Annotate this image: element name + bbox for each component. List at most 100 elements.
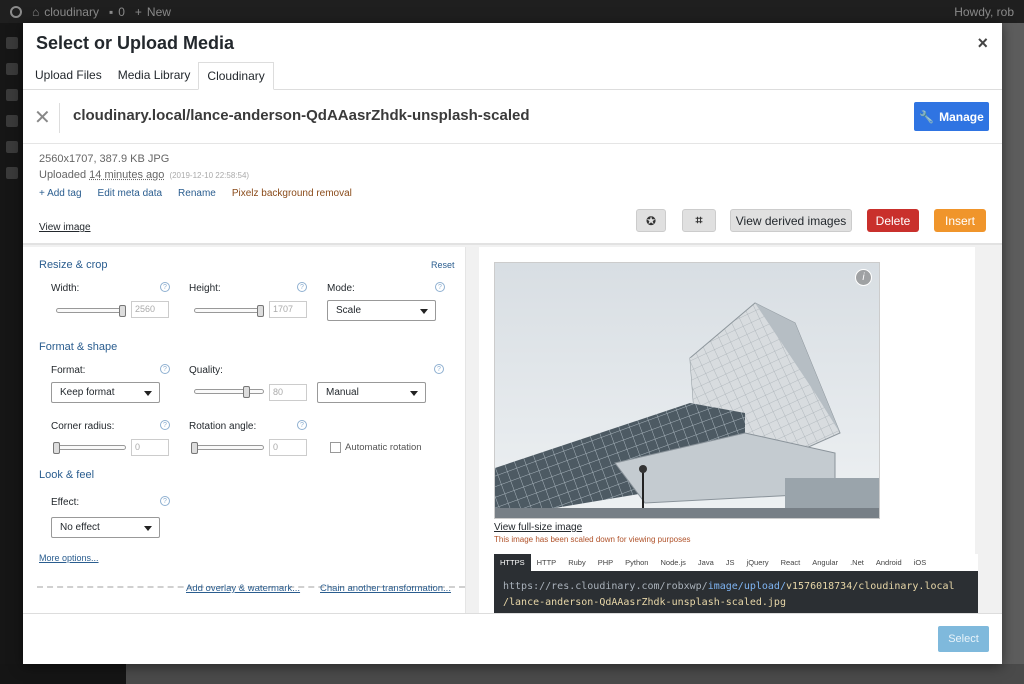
uploaded-label: Uploaded — [39, 169, 87, 181]
pixelz-link[interactable]: Pixelz background removal — [232, 188, 352, 199]
tab-cloudinary[interactable]: Cloudinary — [198, 62, 274, 90]
modal-footer: Select — [23, 613, 1002, 664]
rotation-angle-input[interactable]: 0 — [269, 439, 307, 456]
effect-select[interactable]: No effect — [51, 517, 160, 538]
add-tag-link[interactable]: + Add tag — [39, 188, 82, 199]
sidebar-icon — [5, 37, 18, 49]
new-content-link[interactable]: + New — [135, 5, 171, 19]
quality-mode-value: Manual — [326, 387, 359, 398]
upload-timestamp: (2019-12-10 22:58:54) — [169, 171, 250, 180]
height-input[interactable]: 1707 — [269, 301, 307, 318]
wp-admin-bar: ⌂ cloudinary ▪ 0 + New Howdy, rob — [0, 0, 1024, 23]
award-button[interactable]: ✪ — [636, 209, 666, 232]
format-select[interactable]: Keep format — [51, 382, 160, 403]
code-tab-nodejs[interactable]: Node.js — [654, 554, 691, 571]
format-label: Format: — [51, 365, 86, 376]
select-button[interactable]: Select — [938, 626, 989, 652]
code-tab-jquery[interactable]: jQuery — [741, 554, 775, 571]
help-icon[interactable]: ? — [160, 282, 170, 292]
code-tab-ruby[interactable]: Ruby — [562, 554, 592, 571]
close-icon[interactable]: × — [977, 33, 988, 54]
delivery-url-code[interactable]: https://res.cloudinary.com/robxwp/image/… — [494, 571, 978, 613]
crop-button[interactable]: ⌗ — [682, 209, 716, 232]
home-icon: ⌂ — [32, 4, 40, 19]
width-slider[interactable] — [56, 305, 126, 317]
view-image-link[interactable]: View image — [39, 222, 91, 233]
slider-handle[interactable] — [257, 305, 264, 317]
help-icon[interactable]: ? — [434, 364, 444, 374]
mode-select[interactable]: Scale — [327, 300, 436, 321]
code-tab-https[interactable]: HTTPS — [494, 554, 531, 571]
edit-meta-link[interactable]: Edit meta data — [98, 188, 162, 199]
code-tab-http[interactable]: HTTP — [531, 554, 563, 571]
insert-button[interactable]: Insert — [934, 209, 986, 232]
tab-upload-files[interactable]: Upload Files — [27, 62, 110, 90]
help-icon[interactable]: ? — [297, 420, 307, 430]
help-icon[interactable]: ? — [160, 420, 170, 430]
quality-input[interactable]: 80 — [269, 384, 307, 401]
site-name-link[interactable]: ⌂ cloudinary — [32, 5, 99, 19]
rotation-angle-slider[interactable] — [191, 442, 264, 454]
more-options-link[interactable]: More options... — [39, 553, 99, 563]
help-icon[interactable]: ? — [297, 282, 307, 292]
url-rest-2: /lance-anderson-QdAAasrZhdk-unsplash-sca… — [503, 597, 786, 608]
code-tab-php[interactable]: PHP — [592, 554, 619, 571]
mode-value: Scale — [336, 305, 362, 316]
manage-button[interactable]: 🔧 Manage — [914, 102, 989, 131]
comments-link[interactable]: ▪ 0 — [109, 5, 125, 19]
automatic-rotation-checkbox[interactable] — [330, 442, 341, 453]
code-language-tabs: HTTPS HTTP Ruby PHP Python Node.js Java … — [494, 554, 978, 571]
help-icon[interactable]: ? — [435, 282, 445, 292]
rename-link[interactable]: Rename — [178, 188, 216, 199]
slider-handle[interactable] — [243, 386, 250, 398]
height-slider[interactable] — [194, 305, 264, 317]
delete-button[interactable]: Delete — [867, 209, 919, 232]
code-tab-python[interactable]: Python — [619, 554, 654, 571]
sidebar-icon — [5, 63, 18, 75]
reset-link[interactable]: Reset — [431, 260, 455, 270]
preview-image[interactable]: i — [494, 262, 880, 519]
comment-icon: ▪ — [108, 4, 114, 19]
view-full-size-link[interactable]: View full-size image — [494, 522, 582, 533]
code-tab-ios[interactable]: iOS — [908, 554, 933, 571]
slider-handle[interactable] — [119, 305, 126, 317]
preview-panel: i View full-size image This image has be… — [467, 247, 1002, 613]
chain-transformation-link[interactable]: Chain another transformation... — [320, 583, 451, 594]
slider-handle[interactable] — [53, 442, 60, 454]
chevron-down-icon — [420, 309, 428, 314]
corner-radius-input[interactable]: 0 — [131, 439, 169, 456]
mode-label: Mode: — [327, 283, 355, 294]
code-tab-android[interactable]: Android — [870, 554, 908, 571]
help-icon[interactable]: ? — [160, 364, 170, 374]
chevron-down-icon — [144, 391, 152, 396]
quality-slider[interactable] — [194, 386, 264, 398]
sidebar-icon — [5, 115, 18, 127]
manage-label: Manage — [939, 109, 984, 124]
view-derived-button[interactable]: View derived images — [730, 209, 852, 232]
corner-radius-slider[interactable] — [53, 442, 126, 454]
add-overlay-link[interactable]: Add overlay & watermark... — [186, 583, 300, 594]
asset-dimensions: 2560x1707, 387.9 KB JPG — [39, 153, 170, 165]
uploaded-ago: 14 minutes ago — [89, 169, 165, 181]
wrench-icon: 🔧 — [919, 109, 935, 124]
effect-label: Effect: — [51, 497, 80, 508]
code-tab-dotnet[interactable]: .Net — [844, 554, 870, 571]
sidebar-icon — [5, 141, 18, 153]
info-icon[interactable]: i — [855, 269, 872, 286]
sidebar-icon — [5, 167, 18, 179]
code-tab-angular[interactable]: Angular — [806, 554, 844, 571]
width-input[interactable]: 2560 — [131, 301, 169, 318]
slider-handle[interactable] — [191, 442, 198, 454]
close-asset-icon[interactable]: ✕ — [34, 105, 51, 130]
tab-media-library[interactable]: Media Library — [110, 62, 199, 90]
code-tab-java[interactable]: Java — [692, 554, 720, 571]
building-illustration — [495, 263, 879, 518]
wp-logo-icon[interactable] — [10, 5, 22, 18]
quality-mode-select[interactable]: Manual — [317, 382, 426, 403]
width-label: Width: — [51, 283, 80, 294]
format-value: Keep format — [60, 387, 115, 398]
help-icon[interactable]: ? — [160, 496, 170, 506]
howdy-user[interactable]: Howdy, rob — [954, 5, 1014, 19]
code-tab-js[interactable]: JS — [720, 554, 741, 571]
code-tab-react[interactable]: React — [775, 554, 807, 571]
